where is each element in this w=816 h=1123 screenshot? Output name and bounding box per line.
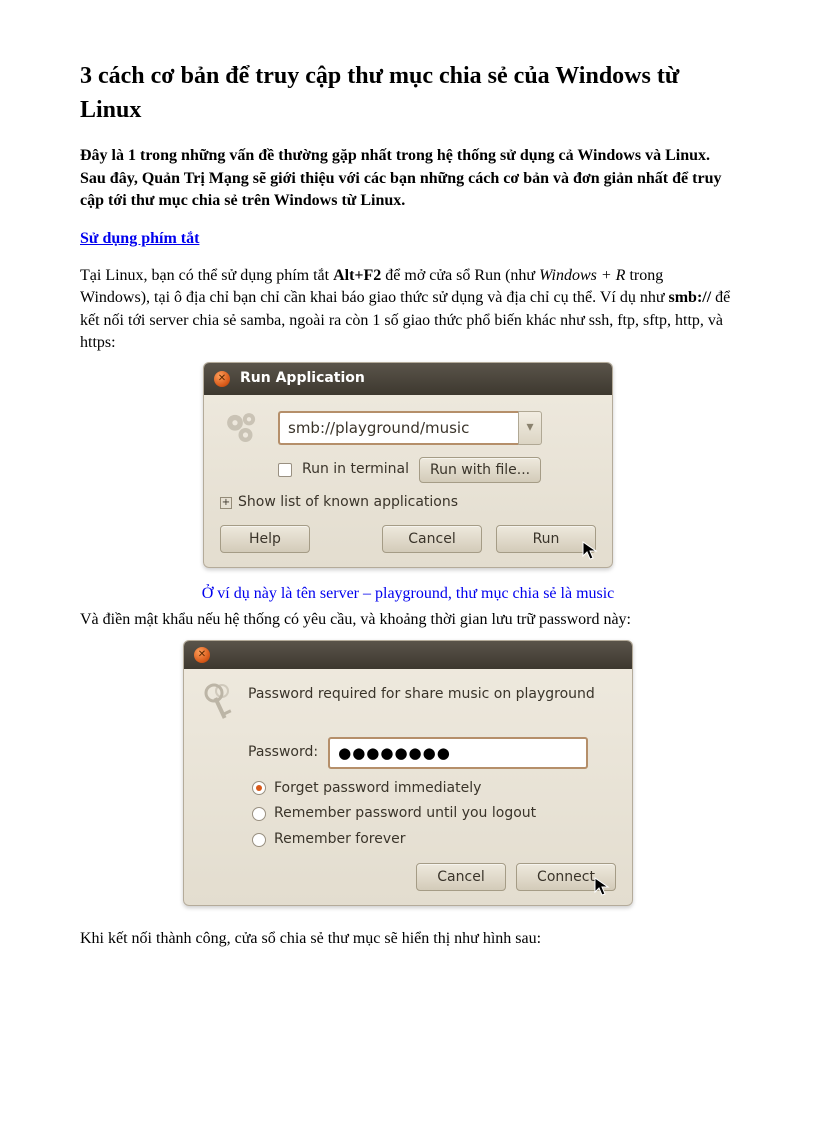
run-in-terminal-checkbox[interactable] [278,463,292,477]
radio-remember-logout[interactable]: Remember password until you logout [252,804,616,824]
radio-forget[interactable]: Forget password immediately [252,779,616,799]
cursor-icon [582,541,598,561]
section-heading-shortcut[interactable]: Sử dụng phím tắt [80,228,736,250]
cancel-button[interactable]: Cancel [382,525,482,553]
run-in-terminal-label: Run in terminal [302,460,409,480]
help-button[interactable]: Help [220,525,310,553]
run-button[interactable]: Run [496,525,596,553]
run-application-dialog: ✕ Run Application ▾ [203,362,613,567]
cursor-icon [594,877,610,897]
page-title: 3 cách cơ bản để truy cập thư mục chia s… [80,60,736,127]
close-icon[interactable]: ✕ [194,647,210,663]
radio-icon [252,781,266,795]
password-dialog: ✕ Password required for share music on p… [183,640,633,907]
dialog-titlebar: ✕ [184,641,632,669]
run-with-file-button[interactable]: Run with file... [419,457,541,483]
dropdown-icon[interactable]: ▾ [518,411,542,445]
show-known-apps-expander[interactable]: + Show list of known applications [220,493,596,513]
url-input[interactable] [278,411,518,445]
figure-caption-1: Ở ví dụ này là tên server – playground, … [80,583,736,605]
paragraph-3: Khi kết nối thành công, cửa sổ chia sẻ t… [80,928,736,950]
password-label: Password: [248,743,318,763]
cancel-button[interactable]: Cancel [416,863,506,891]
radio-remember-forever[interactable]: Remember forever [252,830,616,850]
dialog-titlebar: ✕ Run Application [204,363,612,395]
plus-icon: + [220,497,232,509]
gears-icon [220,407,264,449]
close-icon[interactable]: ✕ [214,371,230,387]
radio-icon [252,807,266,821]
password-input[interactable] [328,737,588,769]
intro-paragraph: Đây là 1 trong những vấn đề thường gặp n… [80,145,736,212]
dialog-title: Run Application [240,369,365,389]
key-icon [200,681,236,725]
radio-icon [252,833,266,847]
paragraph-2: Và điền mật khẩu nếu hệ thống có yêu cầu… [80,609,736,631]
paragraph-1: Tại Linux, bạn có thể sử dụng phím tắt A… [80,265,736,355]
password-heading: Password required for share music on pla… [248,681,595,705]
